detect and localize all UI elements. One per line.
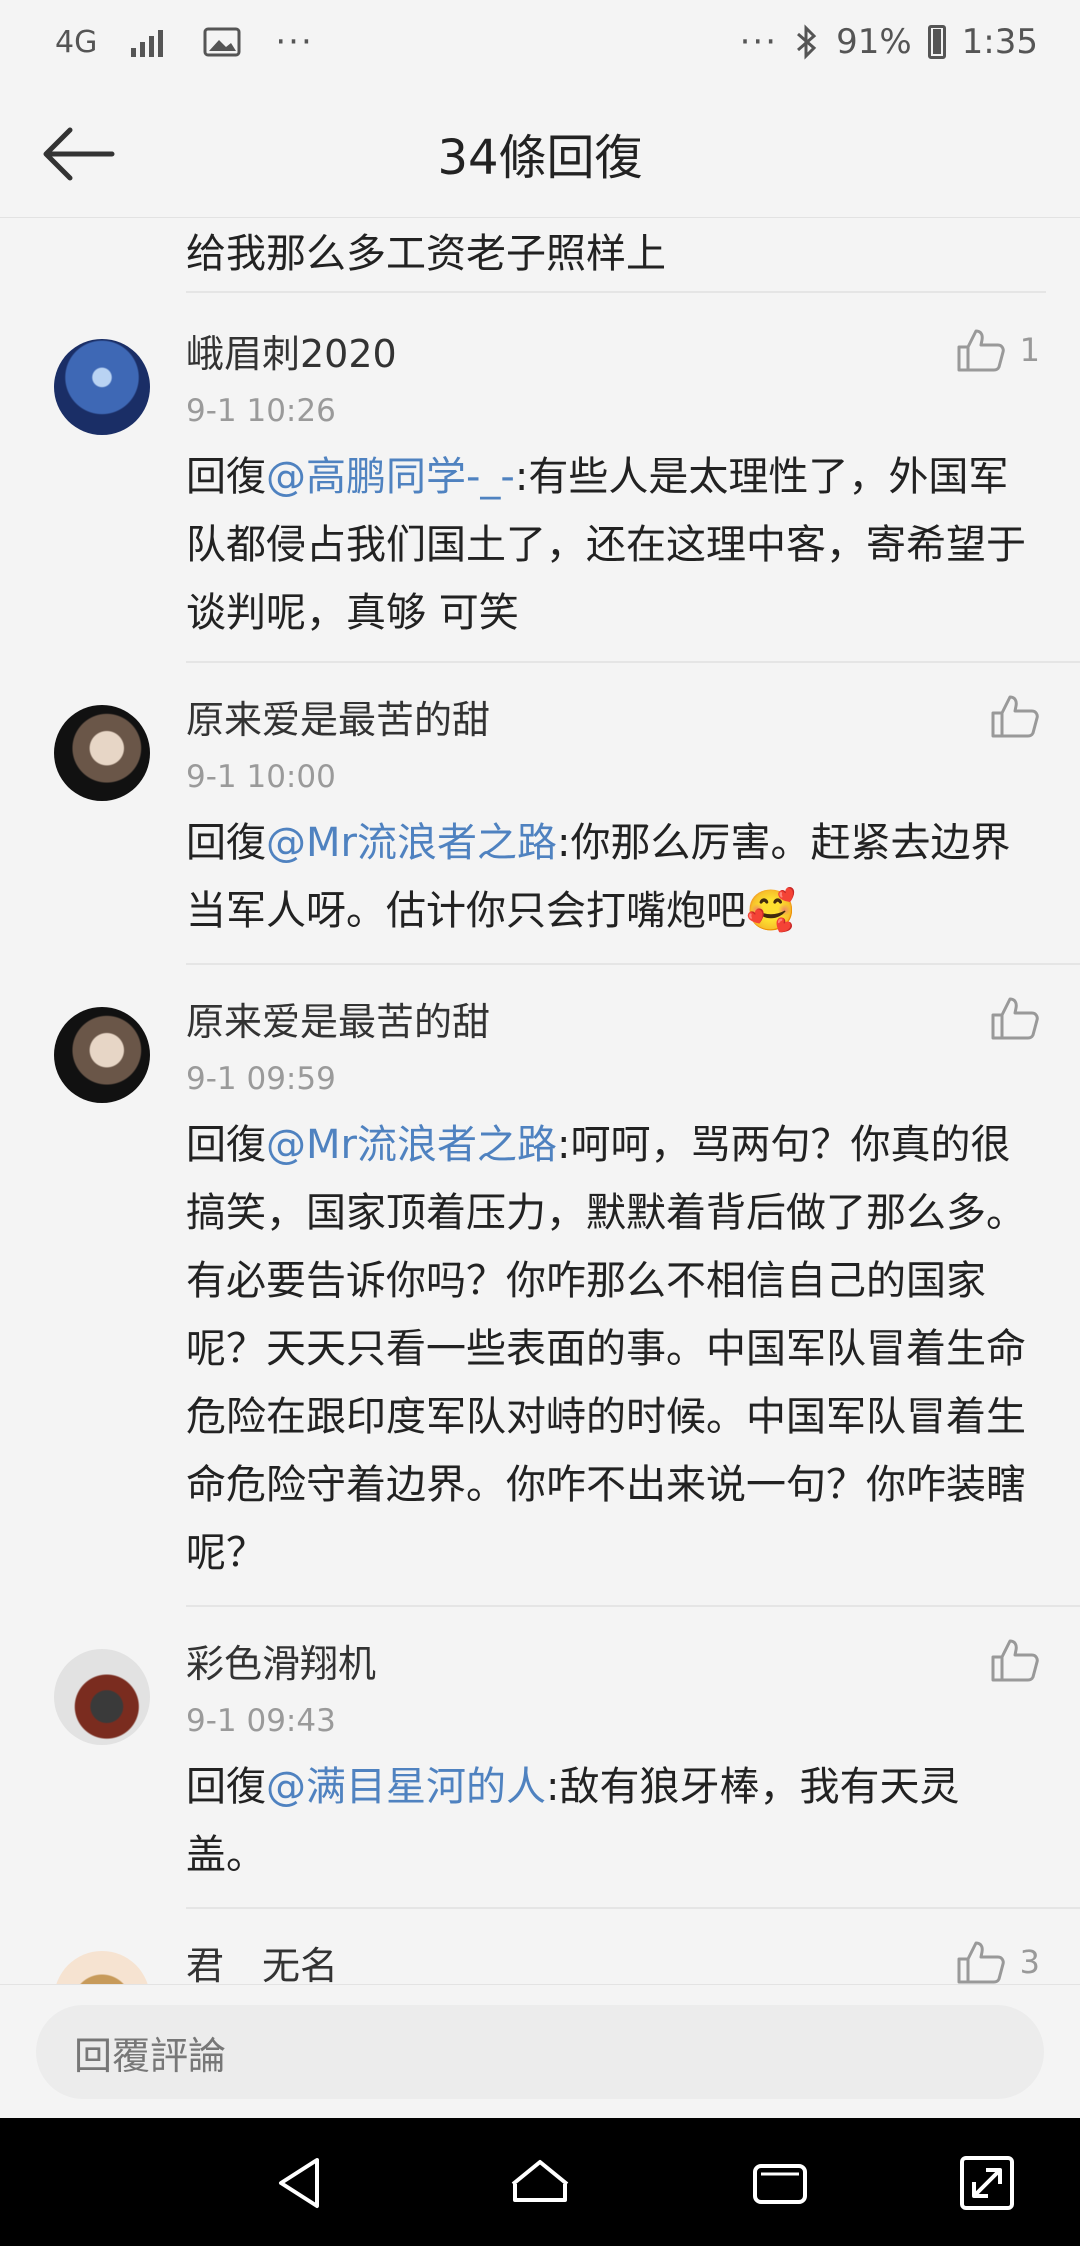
nav-recent-button[interactable] [745,2148,815,2218]
reply-prefix: 回復 [186,1122,266,1168]
comment-body: 回復@高鹏同学-_-:有些人是太理性了，外国军队都侵占我们国土了，还在这理中客，… [186,443,1031,647]
header: 34條回復 [0,90,1080,218]
reply-prefix: 回復 [186,820,266,866]
like-button[interactable] [990,693,1040,739]
comment-time: 9-1 09:59 [186,1061,336,1097]
comment-list[interactable]: 给我那么多工资老子照样上 峨眉刺2020 9-1 10:26 1 回復@高鹏同学… [0,219,1080,1984]
comment-item: 原来爱是最苦的甜 9-1 10:00 回復@Mr流浪者之路:你那么厉害。赶紧去边… [0,663,1080,965]
like-button[interactable] [990,995,1040,1041]
comment-item: 原来爱是最苦的甜 9-1 09:59 回復@Mr流浪者之路:呵呵，骂两句？你真的… [0,965,1080,1607]
like-button[interactable] [990,1637,1040,1683]
mention-link[interactable]: @Mr流浪者之路 [266,820,557,866]
comment-body: 回復@Mr流浪者之路:呵呵，骂两句？你真的很搞笑，国家顶着压力，默默着背后做了那… [186,1111,1031,1587]
battery-icon [927,25,946,59]
avatar[interactable] [54,339,150,435]
thumbs-up-icon [957,1941,1005,1984]
mention-link[interactable]: @满目星河的人 [266,1764,546,1810]
thumbs-up-icon [991,997,1039,1040]
like-button[interactable]: 3 [956,1939,1040,1984]
reply-prefix: 回復 [186,1764,266,1810]
comment-author[interactable]: 原来爱是最苦的甜 [186,689,490,744]
like-count: 3 [1019,1943,1040,1981]
battery-percent: 91% [836,22,912,62]
comment-body: 回復@满目星河的人:敌有狼牙棒，我有天灵盖。 [186,1753,1031,1889]
gallery-icon [203,27,241,57]
clock: 1:35 [961,22,1038,62]
comment-author[interactable]: 君__无名 [186,1935,338,1984]
reply-input[interactable]: 回覆評論 [36,2005,1044,2099]
comment-item: 彩色滑翔机 9-1 09:43 回復@满目星河的人:敌有狼牙棒，我有天灵盖。 [0,1607,1080,1909]
comment-time: 9-1 10:00 [186,759,336,795]
comment-author[interactable]: 原来爱是最苦的甜 [186,991,490,1046]
bluetooth-icon [797,24,817,60]
comment-time: 9-1 09:43 [186,1703,336,1739]
expand-icon [960,2156,1014,2210]
avatar[interactable] [54,1649,150,1745]
nav-home-button[interactable] [505,2148,575,2218]
comment-author[interactable]: 峨眉刺2020 [186,323,397,378]
like-count: 1 [1019,331,1040,369]
comment-author[interactable]: 彩色滑翔机 [186,1633,376,1688]
thumbs-up-icon [991,695,1039,738]
mention-link[interactable]: @高鹏同学-_- [266,454,515,500]
recent-apps-icon [753,2164,807,2204]
signal-icon [131,30,164,57]
status-more-dots: ··· [275,22,314,62]
nav-back-button[interactable] [267,2148,337,2218]
avatar[interactable] [54,705,150,801]
home-icon [511,2160,569,2202]
comment-body: 回復@Mr流浪者之路:你那么厉害。赶紧去边界当军人呀。估计你只会打嘴炮吧🥰 [186,809,1031,945]
status-bar: 4G ··· ··· 91% 1:35 [0,0,1080,90]
comment-text: :呵呵，骂两句？你真的很搞笑，国家顶着压力，默默着背后做了那么多。有必要告诉你吗… [186,1122,1026,1576]
triangle-back-icon [279,2158,319,2208]
comment-item: 君__无名 3 [0,1909,1080,1984]
comment-time: 9-1 10:26 [186,393,336,429]
avatar[interactable] [54,1951,150,1984]
thumbs-up-icon [991,1639,1039,1682]
navigation-bar [0,2118,1080,2246]
thumbs-up-icon [957,329,1005,372]
reply-bar: 回覆評論 [0,1984,1080,2118]
comment-item: 峨眉刺2020 9-1 10:26 1 回復@高鹏同学-_-:有些人是太理性了，… [0,293,1080,663]
avatar[interactable] [54,1007,150,1103]
reply-prefix: 回復 [186,454,266,500]
like-button[interactable]: 1 [956,327,1040,373]
network-indicator: 4G [55,24,98,60]
mention-link[interactable]: @Mr流浪者之路 [266,1122,557,1168]
status-more-dots-right: ··· [739,22,779,62]
comment-text: 给我那么多工资老子照样上 [186,231,666,277]
nav-expand-button[interactable] [952,2148,1022,2218]
list-item: 给我那么多工资老子照样上 [186,219,1046,293]
page-title: 34條回復 [437,130,643,186]
